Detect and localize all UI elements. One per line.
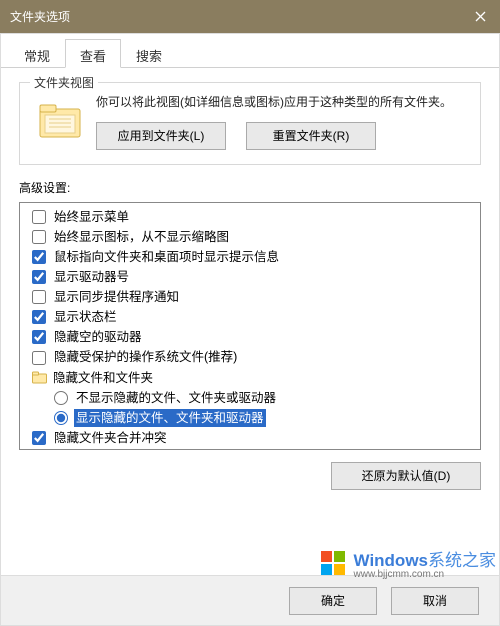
tree-item-label: 不显示隐藏的文件、文件夹或驱动器 xyxy=(74,389,278,407)
tree-item-label: 显示驱动器号 xyxy=(52,268,131,286)
restore-defaults-button[interactable]: 还原为默认值(D) xyxy=(331,462,481,490)
tree-item[interactable]: 不显示隐藏的文件、文件夹或驱动器 xyxy=(24,388,476,408)
tree-item-label: 隐藏文件和文件夹 xyxy=(51,369,155,387)
tree-item[interactable]: 始终显示图标，从不显示缩略图 xyxy=(24,227,476,247)
apply-to-folders-button[interactable]: 应用到文件夹(L) xyxy=(96,122,226,150)
checkbox-input[interactable] xyxy=(32,270,46,284)
tree-item[interactable]: 隐藏文件夹合并冲突 xyxy=(24,428,476,448)
window-title: 文件夹选项 xyxy=(10,8,460,25)
group-description: 你可以将此视图(如详细信息或图标)应用于这种类型的所有文件夹。 xyxy=(96,93,468,112)
tree-item[interactable]: 隐藏文件和文件夹 xyxy=(24,368,476,388)
radio-input[interactable] xyxy=(54,411,68,425)
tree-item[interactable]: 显示隐藏的文件、文件夹和驱动器 xyxy=(24,408,476,428)
tree-item[interactable]: 隐藏空的驱动器 xyxy=(24,327,476,347)
dialog-footer: 确定 取消 xyxy=(1,575,499,625)
tree-item[interactable]: 鼠标指向文件夹和桌面项时显示提示信息 xyxy=(24,247,476,267)
folder-icon xyxy=(32,371,47,384)
tab-search[interactable]: 搜索 xyxy=(121,39,177,68)
close-icon xyxy=(475,11,486,22)
folder-options-icon xyxy=(38,101,82,141)
tree-item-label: 鼠标指向文件夹和桌面项时显示提示信息 xyxy=(52,248,281,266)
advanced-label: 高级设置: xyxy=(19,179,481,196)
reset-folders-button[interactable]: 重置文件夹(R) xyxy=(246,122,376,150)
tree-item[interactable]: 始终显示菜单 xyxy=(24,207,476,227)
tree-item[interactable]: 显示驱动器号 xyxy=(24,267,476,287)
tree-item-label: 隐藏文件夹合并冲突 xyxy=(52,429,169,447)
tree-item[interactable]: 隐藏已知文件类型的扩展名 xyxy=(24,448,476,449)
tree-item-label: 隐藏受保护的操作系统文件(推荐) xyxy=(52,348,239,366)
checkbox-input[interactable] xyxy=(32,351,46,365)
tree-item-label: 隐藏空的驱动器 xyxy=(52,328,144,346)
close-button[interactable] xyxy=(460,0,500,33)
tree-item-label: 显示同步提供程序通知 xyxy=(52,288,181,306)
title-bar: 文件夹选项 xyxy=(0,0,500,33)
tree-item[interactable]: 显示状态栏 xyxy=(24,307,476,327)
dialog-panel: 常规 查看 搜索 文件夹视图 你可以将此视图(如详细信息或图标)应用于这种类型的… xyxy=(0,33,500,626)
ok-button[interactable]: 确定 xyxy=(289,587,377,615)
tab-strip: 常规 查看 搜索 xyxy=(1,34,499,68)
advanced-settings-box: 始终显示菜单始终显示图标，从不显示缩略图鼠标指向文件夹和桌面项时显示提示信息显示… xyxy=(19,202,481,450)
tree-item-label: 显示状态栏 xyxy=(52,308,119,326)
cancel-button[interactable]: 取消 xyxy=(391,587,479,615)
checkbox-input[interactable] xyxy=(32,210,46,224)
tree-item[interactable]: 隐藏受保护的操作系统文件(推荐) xyxy=(24,347,476,367)
checkbox-input[interactable] xyxy=(32,250,46,264)
tab-content: 文件夹视图 你可以将此视图(如详细信息或图标)应用于这种类型的所有文件夹。 应用… xyxy=(1,68,499,500)
tree-item-label: 始终显示图标，从不显示缩略图 xyxy=(52,228,231,246)
advanced-settings-tree[interactable]: 始终显示菜单始终显示图标，从不显示缩略图鼠标指向文件夹和桌面项时显示提示信息显示… xyxy=(20,203,480,449)
tab-view[interactable]: 查看 xyxy=(65,39,121,68)
tree-item-label: 显示隐藏的文件、文件夹和驱动器 xyxy=(74,409,266,427)
tree-item-label: 始终显示菜单 xyxy=(52,208,131,226)
tree-item[interactable]: 显示同步提供程序通知 xyxy=(24,287,476,307)
checkbox-input[interactable] xyxy=(32,431,46,445)
group-title: 文件夹视图 xyxy=(30,74,98,91)
tab-general[interactable]: 常规 xyxy=(9,39,65,68)
radio-input[interactable] xyxy=(54,391,68,405)
checkbox-input[interactable] xyxy=(32,330,46,344)
folder-view-group: 文件夹视图 你可以将此视图(如详细信息或图标)应用于这种类型的所有文件夹。 应用… xyxy=(19,82,481,165)
checkbox-input[interactable] xyxy=(32,310,46,324)
checkbox-input[interactable] xyxy=(32,230,46,244)
checkbox-input[interactable] xyxy=(32,290,46,304)
